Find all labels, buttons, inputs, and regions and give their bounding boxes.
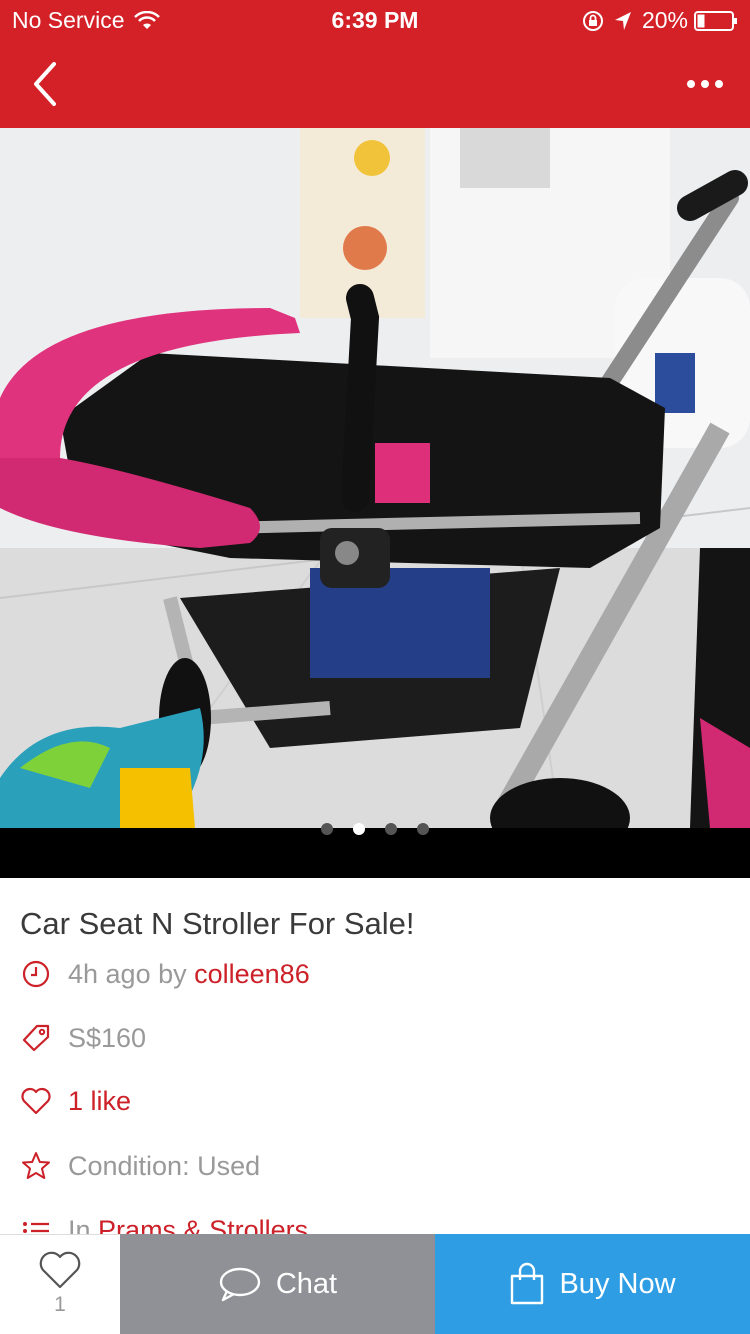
posted-time-row: 4h ago by colleen86 <box>20 954 310 994</box>
chat-button[interactable]: Chat <box>120 1234 435 1334</box>
heart-icon <box>20 1085 52 1117</box>
buy-now-label: Buy Now <box>559 1267 676 1300</box>
shopping-bag-icon <box>509 1262 545 1306</box>
orientation-lock-icon <box>582 10 604 32</box>
battery-percent: 20% <box>641 7 688 33</box>
status-bar: No Service 6:39 PM 20% <box>0 0 750 40</box>
price-row: S$160 <box>20 1018 146 1058</box>
status-right: 20% <box>582 7 738 34</box>
page-dot-2-active[interactable] <box>353 823 365 835</box>
price-tag-icon <box>20 1022 52 1054</box>
star-icon <box>20 1150 52 1182</box>
chat-bubble-icon <box>218 1265 262 1303</box>
location-arrow-icon <box>614 11 632 31</box>
bottom-action-bar: 1 Chat Buy Now <box>0 1234 750 1334</box>
seller-link[interactable]: colleen86 <box>194 959 310 990</box>
page-dot-4[interactable] <box>417 823 429 835</box>
condition-row: Condition: Used <box>20 1146 260 1186</box>
chevron-left-icon <box>34 62 56 106</box>
pagination-dots[interactable] <box>0 823 750 835</box>
like-count: 1 <box>54 1293 66 1316</box>
condition-value: Condition: Used <box>68 1150 261 1181</box>
page-dot-3[interactable] <box>385 823 397 835</box>
page-dot-1[interactable] <box>321 823 333 835</box>
more-options-button[interactable] <box>680 64 730 104</box>
stroller-photo-image <box>0 128 750 828</box>
clock-icon <box>20 958 52 990</box>
nav-bar <box>0 40 750 128</box>
posted-time: 4h ago by <box>68 958 187 989</box>
photo-bottom-strip <box>0 828 750 878</box>
likes-count[interactable]: 1 like <box>68 1086 131 1117</box>
like-button[interactable]: 1 <box>0 1234 120 1334</box>
price-value: S$160 <box>68 1022 147 1053</box>
battery-icon <box>694 10 738 31</box>
more-dots-icon <box>687 80 723 88</box>
listing-photo[interactable] <box>0 128 750 878</box>
likes-row[interactable]: 1 like <box>20 1081 131 1121</box>
listing-title: Car Seat N Stroller For Sale! <box>20 906 415 941</box>
back-button[interactable] <box>20 56 70 112</box>
chat-label: Chat <box>275 1267 338 1300</box>
heart-outline-icon <box>39 1251 81 1289</box>
buy-now-button[interactable]: Buy Now <box>435 1234 750 1334</box>
